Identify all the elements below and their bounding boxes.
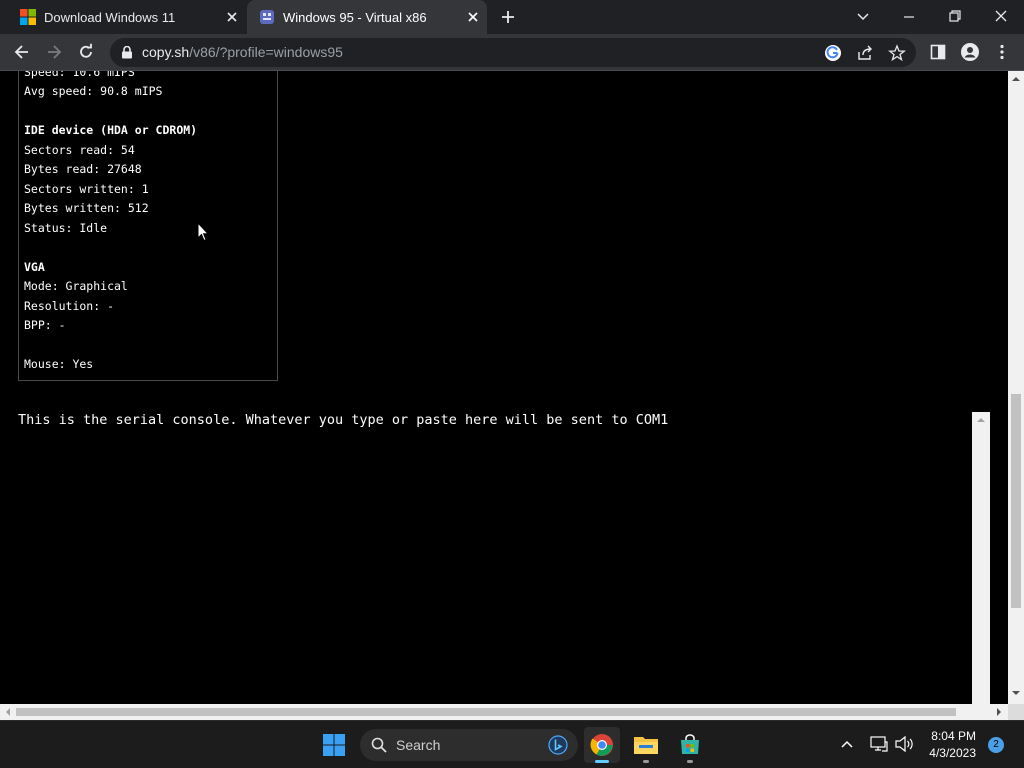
- profile-avatar-icon: [961, 43, 979, 61]
- google-lens-icon[interactable]: [824, 44, 842, 62]
- windows-start-icon: [323, 734, 345, 756]
- runtime-stats-panel: Speed: 10.6 mIPS Avg speed: 90.8 mIPS ID…: [18, 71, 278, 381]
- more-vert-icon: [1000, 44, 1004, 60]
- tab-download-windows-11[interactable]: Download Windows 11: [8, 0, 246, 34]
- v86-favicon-icon: [260, 10, 274, 24]
- notification-count-badge[interactable]: 2: [988, 737, 1004, 753]
- vga-heading: VGA: [24, 260, 45, 274]
- windows-logo-icon: [20, 9, 36, 25]
- reload-icon: [80, 43, 92, 58]
- scroll-left-arrow-icon[interactable]: [5, 708, 11, 716]
- mouse-cursor-icon: [197, 222, 209, 242]
- vga-bpp-line: BPP: -: [24, 318, 66, 332]
- bytes-written-line: Bytes written: 512: [24, 201, 149, 215]
- browser-toolbar: copy.sh/v86/?profile=windows95: [0, 34, 1024, 71]
- chrome-taskbar-button[interactable]: [584, 727, 620, 763]
- mouse-line: Mouse: Yes: [24, 357, 94, 371]
- vertical-scroll-thumb[interactable]: [1011, 394, 1021, 608]
- serial-console[interactable]: This is the serial console. Whatever you…: [18, 412, 990, 704]
- side-panel-button[interactable]: [926, 40, 950, 64]
- tab-strip: Download Windows 11 Windows 95 - Virtual…: [0, 0, 1024, 34]
- bing-icon[interactable]: [548, 735, 568, 755]
- running-app-indicator: [687, 760, 693, 763]
- new-tab-icon[interactable]: [500, 9, 516, 25]
- chrome-icon: [590, 734, 613, 756]
- restore-icon[interactable]: [948, 9, 962, 23]
- running-app-indicator: [643, 760, 649, 763]
- file-explorer-taskbar-button[interactable]: [628, 727, 664, 763]
- back-button[interactable]: [10, 40, 34, 64]
- lock-icon[interactable]: [121, 46, 133, 59]
- profile-button[interactable]: [958, 40, 982, 64]
- horizontal-scroll-thumb[interactable]: [16, 708, 956, 716]
- bytes-read-line: Bytes read: 27648: [24, 162, 142, 176]
- url-path: /v86/?profile=windows95: [189, 44, 343, 60]
- page-horizontal-scrollbar[interactable]: [0, 704, 1008, 720]
- store-icon: [681, 734, 699, 754]
- share-icon[interactable]: [856, 44, 874, 62]
- page-content: Speed: 10.6 mIPS Avg speed: 90.8 mIPS ID…: [0, 71, 1008, 704]
- taskbar-clock-date[interactable]: 4/3/2023: [906, 746, 976, 760]
- folder-icon: [634, 737, 658, 754]
- active-app-indicator: [595, 760, 609, 763]
- url-host: copy.sh: [142, 44, 190, 60]
- taskbar-search-box[interactable]: Search: [360, 729, 578, 761]
- url-text[interactable]: copy.sh/v86/?profile=windows95: [142, 44, 343, 60]
- show-hidden-icons-chevron-icon[interactable]: [840, 739, 854, 749]
- ide-device-heading: IDE device (HDA or CDROM): [24, 123, 198, 137]
- forward-arrow-icon: [48, 45, 62, 59]
- vga-resolution-line: Resolution: -: [24, 299, 115, 313]
- network-icon[interactable]: [870, 736, 888, 752]
- reload-button[interactable]: [74, 40, 98, 64]
- sectors-read-line: Sectors read: 54: [24, 143, 135, 157]
- search-label: Search: [396, 737, 441, 753]
- tab-title: Download Windows 11: [44, 9, 176, 25]
- start-button[interactable]: [316, 727, 352, 763]
- speed-line: Speed: 10.6 mIPS: [24, 71, 135, 79]
- close-tab-icon[interactable]: [224, 9, 240, 25]
- scrollbar-corner: [1008, 704, 1024, 720]
- menu-button[interactable]: [990, 40, 1014, 64]
- windows-taskbar: Search 8:04 PM 4/3/2023 2: [0, 720, 1024, 768]
- serial-console-text: This is the serial console. Whatever you…: [18, 412, 669, 428]
- scroll-down-arrow-icon[interactable]: [1012, 690, 1020, 696]
- scroll-up-arrow-icon[interactable]: [977, 417, 985, 423]
- store-taskbar-button[interactable]: [672, 727, 708, 763]
- tab-title: Windows 95 - Virtual x86: [283, 9, 427, 25]
- taskbar-clock-time[interactable]: 8:04 PM: [906, 729, 976, 743]
- address-bar[interactable]: copy.sh/v86/?profile=windows95: [110, 38, 916, 67]
- sectors-written-line: Sectors written: 1: [24, 182, 149, 196]
- tab-search-chevron-icon[interactable]: [856, 9, 870, 23]
- back-arrow-icon: [14, 45, 28, 59]
- forward-button[interactable]: [42, 40, 66, 64]
- close-window-icon[interactable]: [994, 9, 1008, 23]
- scroll-up-arrow-icon[interactable]: [1012, 76, 1020, 82]
- page-vertical-scrollbar[interactable]: [1008, 71, 1024, 704]
- vga-mode-line: Mode: Graphical: [24, 279, 128, 293]
- minimize-icon[interactable]: [902, 10, 916, 24]
- ide-status-line: Status: Idle: [24, 221, 108, 235]
- side-panel-icon: [930, 44, 946, 60]
- tab-windows-95-virtual-x86[interactable]: Windows 95 - Virtual x86: [247, 0, 487, 34]
- serial-console-scrollbar[interactable]: [972, 412, 990, 704]
- scroll-right-arrow-icon[interactable]: [996, 708, 1002, 716]
- bookmark-star-icon[interactable]: [888, 44, 906, 62]
- search-icon: [371, 737, 387, 753]
- avg-speed-line: Avg speed: 90.8 mIPS: [24, 84, 163, 98]
- close-tab-icon[interactable]: [465, 9, 481, 25]
